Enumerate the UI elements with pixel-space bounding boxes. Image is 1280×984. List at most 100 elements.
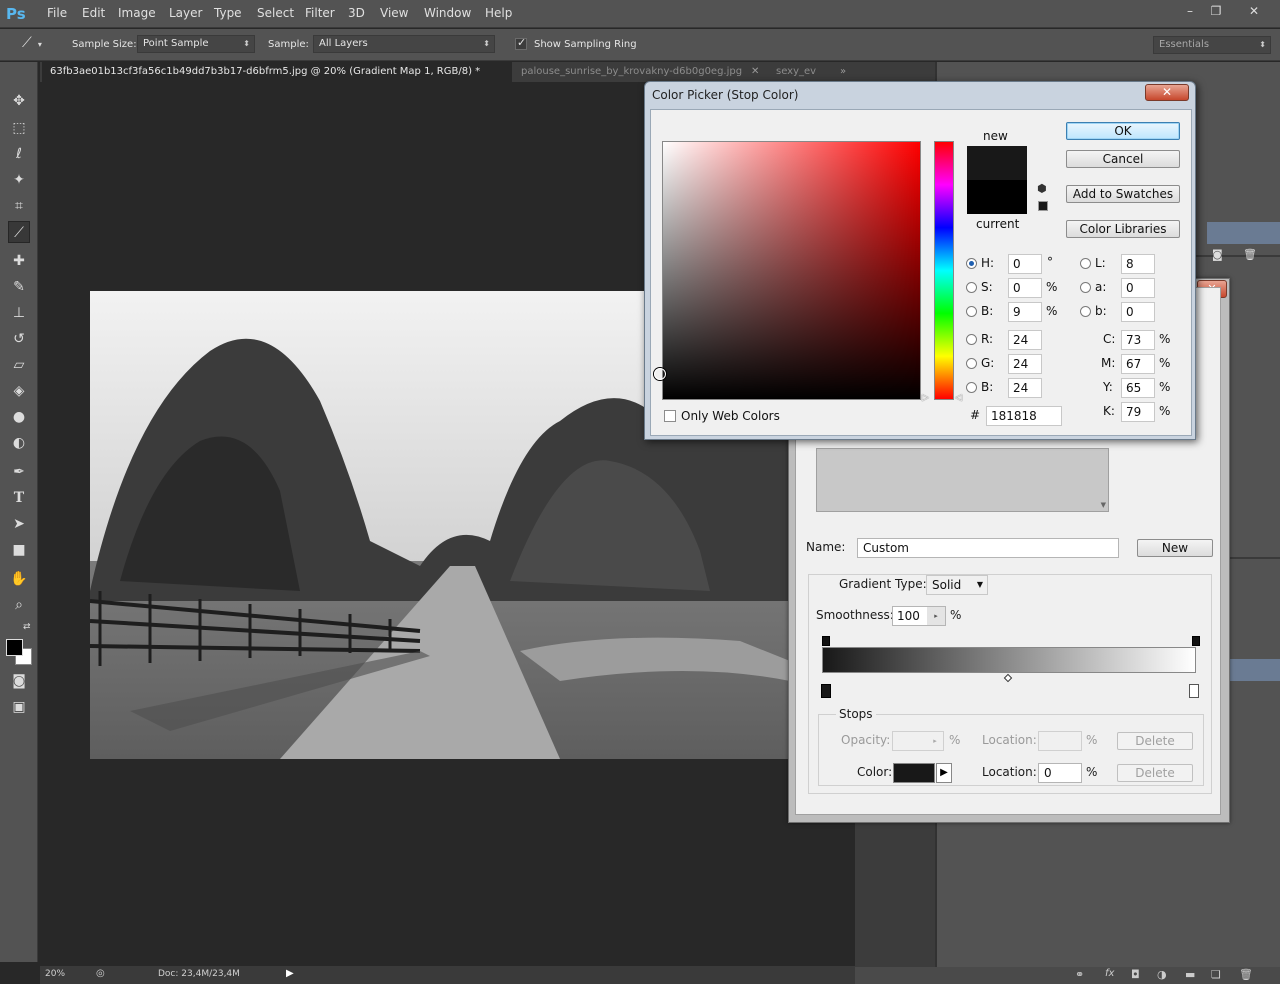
camera-icon[interactable]: ◙: [1212, 248, 1223, 261]
menu-layer[interactable]: Layer: [169, 6, 202, 20]
crop-tool-icon[interactable]: ⌗: [8, 195, 30, 217]
color-stop-left[interactable]: [821, 684, 831, 698]
hand-tool-icon[interactable]: ✋: [8, 568, 30, 590]
green-radio[interactable]: [966, 358, 977, 369]
new-gradient-button[interactable]: New: [1137, 539, 1213, 557]
brightness-radio[interactable]: [966, 306, 977, 317]
magenta-input[interactable]: 67: [1121, 354, 1155, 374]
show-sampling-ring-checkbox[interactable]: [515, 36, 527, 50]
clone-stamp-tool-icon[interactable]: ⊥: [8, 302, 30, 324]
lab-a-input[interactable]: 0: [1121, 278, 1155, 298]
hue-slider-left-arrow-icon[interactable]: ▷: [922, 393, 929, 403]
pen-tool-icon[interactable]: ✒: [8, 461, 30, 483]
marquee-tool-icon[interactable]: ⬚: [8, 117, 30, 139]
only-web-colors-checkbox[interactable]: [664, 410, 676, 422]
cancel-button[interactable]: Cancel: [1066, 150, 1180, 168]
document-tab[interactable]: palouse_sunrise_by_krovakny-d6b0g0eg.jpg: [513, 62, 748, 82]
ok-button[interactable]: OK: [1066, 122, 1180, 140]
blur-tool-icon[interactable]: ●: [8, 406, 30, 428]
lab-a-radio[interactable]: [1080, 282, 1091, 293]
gradient-type-select[interactable]: Solid ▼: [926, 575, 988, 595]
path-selection-tool-icon[interactable]: ➤: [8, 513, 30, 535]
link-layers-icon[interactable]: ⚭: [1075, 968, 1084, 981]
type-tool-icon[interactable]: T: [8, 487, 30, 509]
eraser-tool-icon[interactable]: ▱: [8, 354, 30, 376]
document-tab[interactable]: sexy_ev: [768, 62, 826, 82]
menu-view[interactable]: View: [380, 6, 408, 20]
restore-button[interactable]: ❐: [1202, 3, 1230, 19]
status-info-icon[interactable]: ◎: [96, 968, 105, 979]
stop-color-swatch[interactable]: [893, 763, 935, 783]
minimize-button[interactable]: –: [1176, 3, 1204, 19]
blue-input[interactable]: 24: [1008, 378, 1042, 398]
web-safe-swatch[interactable]: [1038, 201, 1048, 211]
red-input[interactable]: 24: [1008, 330, 1042, 350]
cyan-input[interactable]: 73: [1121, 330, 1155, 350]
status-menu-arrow-icon[interactable]: ▶: [286, 968, 294, 979]
move-tool-icon[interactable]: ✥: [8, 90, 30, 112]
eyedropper-tool-preset-icon[interactable]: ⟋ ▾: [22, 35, 56, 55]
menu-3d[interactable]: 3D: [348, 6, 365, 20]
hue-slider-right-arrow-icon[interactable]: ◁: [955, 393, 962, 403]
dodge-tool-icon[interactable]: ◐: [8, 432, 30, 454]
menu-select[interactable]: Select: [257, 6, 294, 20]
color-libraries-button[interactable]: Color Libraries: [1066, 220, 1180, 238]
folder-icon[interactable]: ▬: [1185, 968, 1195, 981]
lasso-tool-icon[interactable]: ℓ: [8, 143, 30, 165]
fx-icon[interactable]: fx: [1105, 968, 1114, 979]
hex-input[interactable]: 181818: [986, 406, 1062, 426]
color-field-cursor[interactable]: [654, 368, 666, 380]
brightness-input[interactable]: 9: [1008, 302, 1042, 322]
smoothness-input[interactable]: 100 ▸: [892, 606, 946, 626]
saturation-radio[interactable]: [966, 282, 977, 293]
workspace-select[interactable]: Essentials ⬍: [1153, 36, 1271, 54]
hue-radio[interactable]: [966, 258, 977, 269]
document-tab[interactable]: 63fb3ae01b13cf3fa56c1b49dd7b3b17-d6bfrm5…: [42, 62, 512, 82]
menu-type[interactable]: Type: [214, 6, 242, 20]
close-tab-icon[interactable]: ✕: [751, 62, 759, 82]
sample-select[interactable]: All Layers ⬍: [313, 35, 495, 53]
color-location-input[interactable]: 0: [1038, 763, 1082, 783]
lab-l-input[interactable]: 8: [1121, 254, 1155, 274]
trash-icon[interactable]: 🗑: [1243, 248, 1257, 261]
add-to-swatches-button[interactable]: Add to Swatches: [1066, 185, 1180, 203]
close-window-button[interactable]: ✕: [1240, 3, 1268, 19]
yellow-input[interactable]: 65: [1121, 378, 1155, 398]
paint-bucket-tool-icon[interactable]: ◈: [8, 380, 30, 402]
color-stop-right[interactable]: [1189, 684, 1199, 698]
blue-radio[interactable]: [966, 382, 977, 393]
history-brush-tool-icon[interactable]: ↺: [8, 328, 30, 350]
new-layer-icon[interactable]: ❏: [1211, 968, 1221, 981]
eyedropper-tool-icon[interactable]: ⟋: [8, 221, 30, 243]
scroll-down-icon[interactable]: ▼: [1101, 501, 1106, 509]
lab-b-input[interactable]: 0: [1121, 302, 1155, 322]
rectangle-tool-icon[interactable]: ■: [8, 539, 30, 561]
mask-icon[interactable]: ◘: [1131, 968, 1140, 981]
menu-image[interactable]: Image: [118, 6, 156, 20]
selected-layer-row[interactable]: [1207, 222, 1280, 244]
sample-size-select[interactable]: Point Sample ⬍: [137, 35, 255, 53]
menu-filter[interactable]: Filter: [305, 6, 335, 20]
magic-wand-tool-icon[interactable]: ✦: [8, 169, 30, 191]
menu-file[interactable]: File: [47, 6, 67, 20]
color-picker-close-button[interactable]: ✕: [1145, 84, 1189, 101]
smoothness-stepper-icon[interactable]: ▸: [927, 607, 945, 625]
swap-colors-icon[interactable]: ⇄: [23, 622, 31, 632]
zoom-tool-icon[interactable]: ⌕: [8, 594, 30, 616]
tab-overflow-icon[interactable]: »: [840, 62, 846, 82]
hue-input[interactable]: 0: [1008, 254, 1042, 274]
quick-mask-icon[interactable]: ◙: [8, 670, 30, 692]
adjustment-icon[interactable]: ◑: [1157, 968, 1167, 981]
name-input[interactable]: Custom: [857, 538, 1119, 558]
zoom-level[interactable]: 20%: [45, 969, 65, 979]
color-menu-arrow-icon[interactable]: ▶: [936, 763, 952, 783]
hue-slider[interactable]: [934, 141, 954, 400]
current-color-swatch[interactable]: [967, 180, 1027, 214]
black-input[interactable]: 79: [1121, 402, 1155, 422]
opacity-stop-left[interactable]: [822, 636, 830, 646]
opacity-stop-right[interactable]: [1192, 636, 1200, 646]
presets-list[interactable]: ▼: [816, 448, 1109, 512]
screen-mode-icon[interactable]: ▣: [8, 696, 30, 718]
brush-tool-icon[interactable]: ✎: [8, 276, 30, 298]
red-radio[interactable]: [966, 334, 977, 345]
